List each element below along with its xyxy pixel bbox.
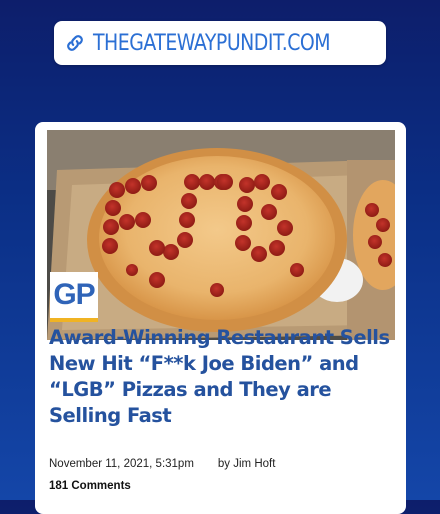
link-sticker[interactable]: THEGATEWAYPUNDIT.COM	[54, 21, 386, 65]
comments-count[interactable]: 181 Comments	[49, 480, 131, 492]
article-photo[interactable]	[47, 130, 395, 340]
link-text: THEGATEWAYPUNDIT.COM	[93, 30, 331, 56]
link-icon	[64, 31, 88, 55]
article-author[interactable]: by Jim Hoft	[218, 458, 276, 470]
article-card[interactable]: GP Award-Winning Restaurant Sells New Hi…	[35, 122, 406, 514]
article-date: November 11, 2021, 5:31pm	[49, 458, 194, 470]
article-headline[interactable]: Award-Winning Restaurant Sells New Hit “…	[49, 325, 394, 429]
gp-logo-text: GP	[53, 278, 95, 311]
article-meta: November 11, 2021, 5:31pm by Jim Hoft	[49, 458, 275, 470]
gp-logo: GP	[50, 272, 98, 322]
